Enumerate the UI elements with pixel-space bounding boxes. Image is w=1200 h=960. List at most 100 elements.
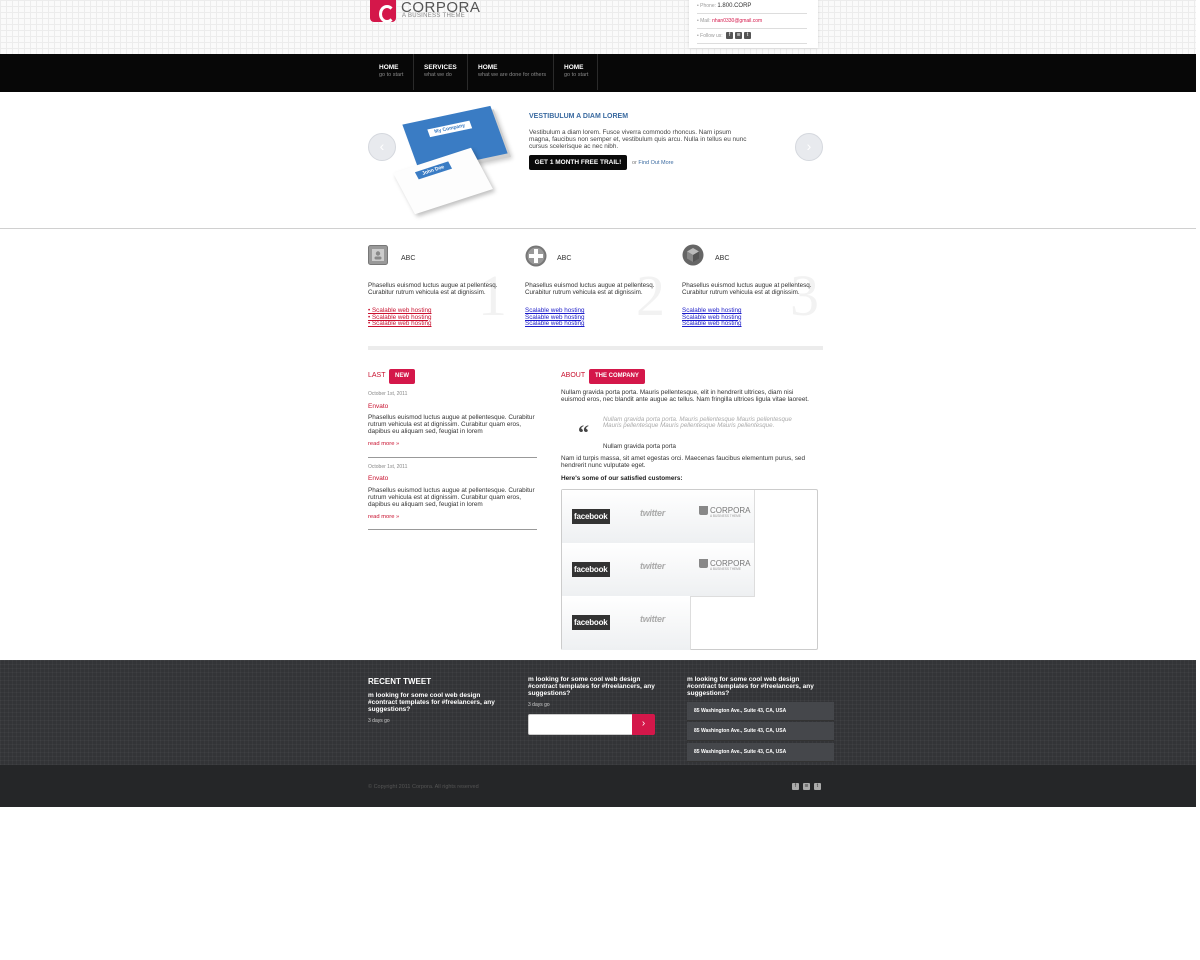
read-more-link[interactable]: read more » — [368, 441, 399, 447]
news-text: Phasellus euismod luctus augue at pellen… — [368, 487, 535, 508]
news-date: October 1st, 2011 — [368, 464, 408, 470]
tweet-age: 3 days go — [528, 702, 550, 708]
logo-icon[interactable] — [370, 0, 396, 23]
tweet-age: 3 days go — [368, 718, 390, 724]
slider-prev-button[interactable]: ‹ — [368, 133, 396, 161]
twitter-logo: twitter — [640, 614, 665, 624]
feature-link-list: Scalable web hosting Scalable web hostin… — [682, 307, 742, 328]
arrow-left-icon: ‹ — [379, 138, 385, 154]
nav-subtitle: what we are done for others — [478, 72, 547, 78]
news-author-link[interactable]: Envato — [368, 475, 388, 482]
news-divider — [368, 457, 537, 458]
feature-title: ABC — [715, 255, 730, 262]
nav-item-home-2[interactable]: HOME go to start — [555, 54, 598, 90]
nav-title: HOME — [564, 64, 584, 71]
client-logo-twitter[interactable]: twitter — [626, 490, 691, 544]
nav-item-home[interactable]: HOME go to start — [370, 54, 414, 90]
find-out-more: or Find Out More — [632, 160, 674, 166]
client-logo-facebook[interactable]: facebook — [562, 490, 627, 544]
twitter-icon[interactable]: t — [814, 783, 821, 790]
twitter-icon[interactable]: t — [744, 32, 752, 40]
slide-text: Vestibulum a diam lorem. Fusce viverra c… — [529, 129, 747, 151]
customers-title: Here's some of our satisfied customers: — [561, 475, 683, 482]
rss-icon[interactable]: ≋ — [735, 32, 743, 40]
twitter-logo: twitter — [640, 508, 665, 518]
news-text: Phasellus euismod luctus augue at pellen… — [368, 414, 535, 435]
free-trial-button[interactable]: GET 1 MONTH FREE TRAIL! — [529, 155, 627, 170]
feature-link[interactable]: Scalable web hosting — [682, 321, 742, 328]
about-text-2: Nam id turpis massa, sit amet egestas or… — [561, 455, 806, 469]
nav-subtitle: what we do — [424, 72, 452, 78]
feature-link[interactable]: • Scalable web hosting — [368, 320, 431, 328]
find-out-more-link[interactable]: Find Out More — [638, 160, 673, 166]
read-more-link[interactable]: read more » — [368, 514, 399, 520]
nav-item-portfolio[interactable]: HOME what we are done for others — [469, 54, 554, 90]
about-section-title: ABOUT — [561, 372, 586, 379]
tweet-text: m looking for some cool web design #cont… — [687, 676, 814, 697]
address-item: 85 Washington Ave., Suite 43, CA, USA — [687, 702, 834, 721]
quote-icon: “ — [578, 420, 589, 445]
client-logo-facebook[interactable]: facebook — [562, 596, 627, 650]
chevron-right-icon: › — [641, 718, 646, 729]
feature-link-list: • Scalable web hosting • Scalable web ho… — [368, 307, 431, 328]
feature-link-list: Scalable web hosting Scalable web hostin… — [525, 307, 585, 328]
phone-value: 1.800.CORP — [717, 3, 752, 9]
card-company-label: My Company — [427, 120, 473, 138]
news-section-title: LAST — [368, 372, 386, 379]
newsletter-submit-button[interactable]: › — [632, 714, 655, 735]
recent-tweet-title: RECENT TWEET — [368, 677, 432, 686]
about-text: Nullam gravida porta porta. Mauris pelle… — [561, 389, 809, 403]
nav-subtitle: go to start — [564, 72, 589, 78]
nav-item-services[interactable]: SERVICES what we do — [415, 54, 468, 90]
nav-subtitle: go to start — [379, 72, 404, 78]
facebook-icon[interactable]: f — [726, 32, 734, 40]
facebook-logo: facebook — [572, 562, 610, 577]
news-author-link[interactable]: Envato — [368, 403, 388, 410]
news-divider — [368, 529, 537, 530]
feature-text: Phasellus euismod luctus augue at pellen… — [682, 282, 812, 296]
facebook-icon[interactable]: f — [792, 783, 799, 790]
copyright: © Copyright 2011 Corpora. All rights res… — [368, 784, 479, 790]
slider-divider — [0, 228, 1196, 229]
contacts-icon — [368, 245, 388, 265]
mail-link[interactable]: nhan0330@gmail.com — [712, 18, 762, 24]
tweet-text: m looking for some cool web design #cont… — [528, 676, 655, 697]
client-logo-twitter[interactable]: twitter — [626, 596, 691, 650]
follow-label: Follow us: — [700, 33, 723, 39]
newsletter-input[interactable] — [528, 714, 634, 735]
corpora-logo: CORPORA A BUSINESS THEME — [699, 559, 750, 571]
contact-follow: • Follow us: f ≋ t — [697, 30, 807, 44]
phone-label: Phone: — [700, 3, 716, 9]
about-badge: THE COMPANY — [589, 369, 645, 384]
client-logo-corpora[interactable]: CORPORA A BUSINESS THEME — [690, 490, 755, 544]
slider-next-button[interactable]: › — [795, 133, 823, 161]
quote-text: Nullam gravida porta porta. Mauris pelle… — [603, 416, 792, 430]
feature-text: Phasellus euismod luctus augue at pellen… — [525, 282, 655, 296]
client-logo-corpora[interactable]: CORPORA A BUSINESS THEME — [690, 543, 755, 597]
nav-title: SERVICES — [424, 64, 457, 71]
facebook-logo: facebook — [572, 509, 610, 524]
box-icon — [682, 244, 704, 266]
slide-title: VESTIBULUM A DIAM LOREM — [529, 113, 629, 120]
mail-label: Mail: — [700, 18, 711, 24]
corpora-logo: CORPORA A BUSINESS THEME — [699, 506, 750, 518]
quote-author: Nullam gravida porta porta — [603, 443, 676, 450]
arrow-right-icon: › — [806, 138, 812, 154]
twitter-logo: twitter — [640, 561, 665, 571]
feature-text: Phasellus euismod luctus augue at pellen… — [368, 282, 498, 296]
client-logo-facebook[interactable]: facebook — [562, 543, 627, 597]
client-logo-twitter[interactable]: twitter — [626, 543, 691, 597]
tweet-text: m looking for some cool web design #cont… — [368, 692, 495, 713]
rss-icon[interactable]: ≋ — [803, 783, 810, 790]
nav-title: HOME — [379, 64, 399, 71]
card-name-label: John Doe — [414, 161, 452, 180]
main-nav: HOME go to start SERVICES what we do HOM… — [0, 54, 1196, 92]
contact-mail: • Mail: nhan0330@gmail.com — [697, 15, 807, 29]
header — [0, 0, 1196, 54]
news-date: October 1st, 2011 — [368, 391, 408, 397]
contact-phone: • Phone: 1.800.CORP — [697, 0, 807, 14]
find-prefix: or — [632, 160, 637, 166]
feature-link[interactable]: Scalable web hosting — [525, 321, 585, 328]
address-item: 85 Washington Ave., Suite 43, CA, USA — [687, 722, 834, 741]
footer-bottom-bar — [0, 765, 1196, 807]
